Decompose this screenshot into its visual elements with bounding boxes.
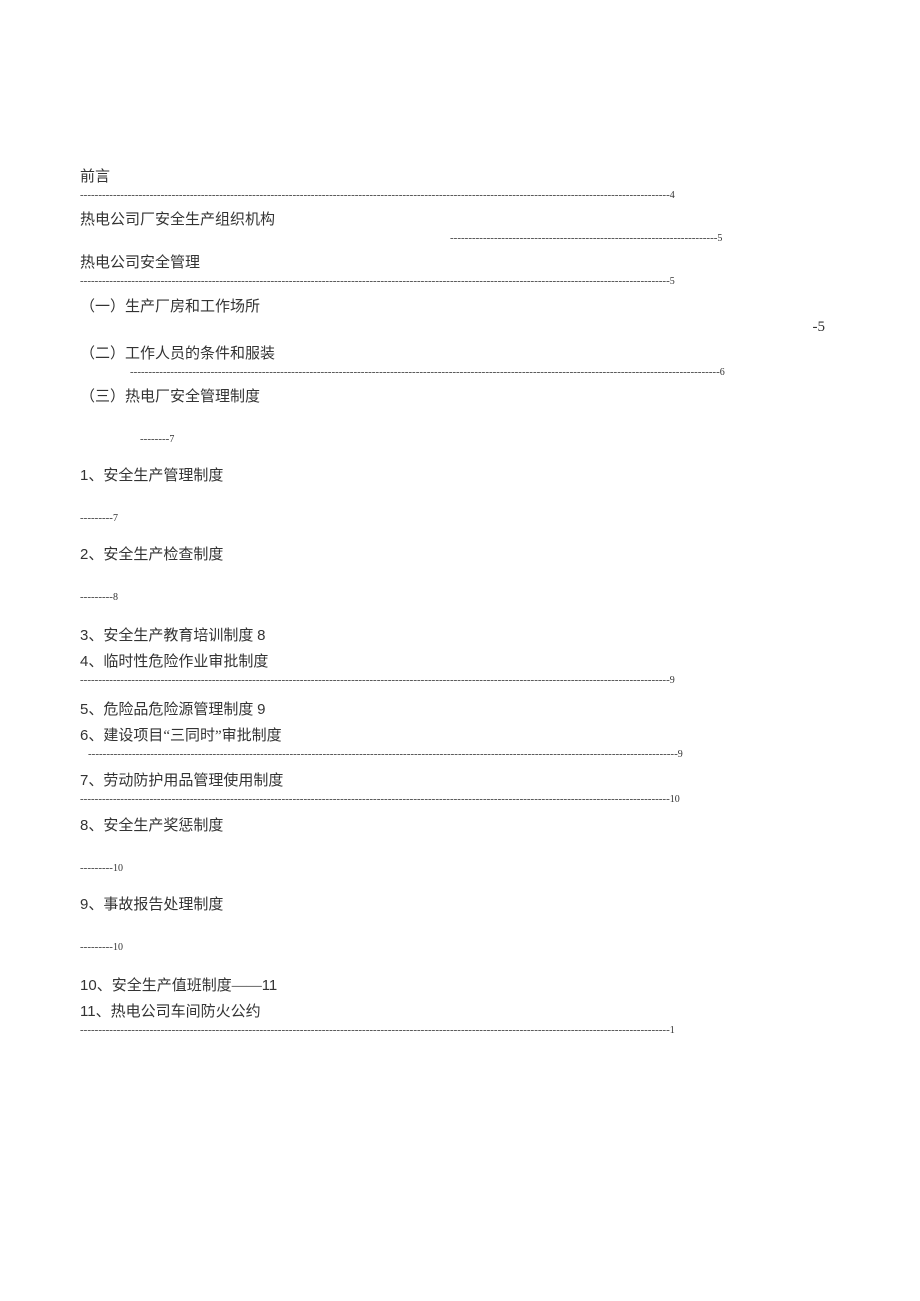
- toc-entry: 9、事故报告处理制度 ---------10: [80, 893, 840, 954]
- toc-entry: （二）工作人员的条件和服装 --------------------------…: [80, 342, 840, 379]
- toc-entry-title: 7、劳动防护用品管理使用制度: [80, 769, 840, 793]
- toc-entry: 3、安全生产教育培训制度 8: [80, 622, 840, 650]
- toc-leader: ----------------------------------------…: [80, 232, 840, 245]
- toc-leader: ----------------------------------------…: [80, 1024, 840, 1037]
- toc-entry: 11、热电公司车间防火公约 --------------------------…: [80, 1000, 840, 1037]
- toc-entry: （三）热电厂安全管理制度 --------7: [80, 385, 840, 446]
- toc-entry-title: 11、热电公司车间防火公约: [80, 1000, 840, 1024]
- toc-entry-title: 1、安全生产管理制度: [80, 464, 840, 488]
- toc-entry: 前言 -------------------------------------…: [80, 165, 840, 202]
- toc-entry: 6、建设项目“三同时”审批制度 ------------------------…: [80, 724, 840, 761]
- toc-entry-title: 9、事故报告处理制度: [80, 893, 840, 917]
- toc-leader: ---------8: [80, 591, 840, 604]
- toc-entry: 8、安全生产奖惩制度 ---------10: [80, 814, 840, 875]
- toc-entry: （一）生产厂房和工作场所 -5: [80, 295, 840, 336]
- toc-entry: 热电公司安全管理 -------------------------------…: [80, 251, 840, 288]
- toc-entry-title: 前言: [80, 165, 840, 189]
- toc-entry-title: （二）工作人员的条件和服装: [80, 342, 840, 366]
- toc-entry: 1、安全生产管理制度 ---------7: [80, 464, 840, 525]
- table-of-contents: 前言 -------------------------------------…: [80, 165, 840, 1037]
- toc-entry: 2、安全生产检查制度 ---------8: [80, 543, 840, 604]
- toc-leader: ----------------------------------------…: [80, 674, 840, 687]
- toc-leader: ---------10: [80, 941, 840, 954]
- toc-entry-title: 6、建设项目“三同时”审批制度: [80, 724, 840, 748]
- toc-leader: ---------10: [80, 862, 840, 875]
- toc-entry-title: 8、安全生产奖惩制度: [80, 814, 840, 838]
- toc-leader: ----------------------------------------…: [80, 748, 840, 761]
- toc-entry-title: （三）热电厂安全管理制度: [80, 385, 840, 409]
- toc-leader: ---------7: [80, 512, 840, 525]
- toc-leader: ----------------------------------------…: [80, 366, 840, 379]
- toc-leader: ----------------------------------------…: [80, 793, 840, 806]
- toc-page-number: -5: [80, 319, 840, 336]
- toc-entry-title: 热电公司安全管理: [80, 251, 840, 275]
- toc-entry: 4、临时性危险作业审批制度 --------------------------…: [80, 650, 840, 687]
- toc-entry: 热电公司厂安全生产组织机构 --------------------------…: [80, 208, 840, 245]
- toc-leader: --------7: [80, 433, 840, 446]
- toc-entry-title: （一）生产厂房和工作场所: [80, 295, 840, 319]
- toc-leader: ----------------------------------------…: [80, 189, 840, 202]
- toc-entry: 7、劳动防护用品管理使用制度 -------------------------…: [80, 769, 840, 806]
- toc-entry: 10、安全生产值班制度——11: [80, 972, 840, 1000]
- toc-entry-title: 4、临时性危险作业审批制度: [80, 650, 840, 674]
- toc-entry: 5、危险品危险源管理制度 9: [80, 696, 840, 724]
- toc-leader: ----------------------------------------…: [80, 275, 840, 288]
- toc-entry-title: 热电公司厂安全生产组织机构: [80, 208, 840, 232]
- toc-entry-title: 2、安全生产检查制度: [80, 543, 840, 567]
